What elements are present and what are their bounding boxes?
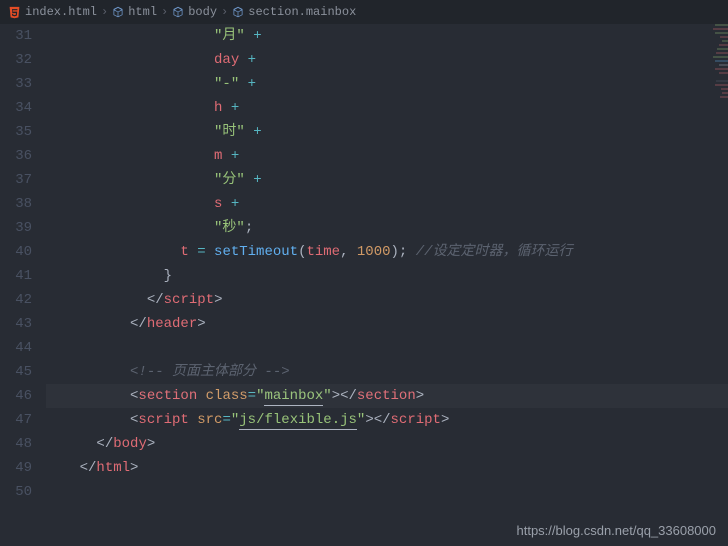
- line-number: 32: [0, 48, 32, 72]
- code-line[interactable]: "分" +: [46, 168, 728, 192]
- line-number: 37: [0, 168, 32, 192]
- line-number: 39: [0, 216, 32, 240]
- code-line[interactable]: t = setTimeout(time, 1000); //设定定时器，循环运行: [46, 240, 728, 264]
- code-line[interactable]: m +: [46, 144, 728, 168]
- line-number: 43: [0, 312, 32, 336]
- code-line[interactable]: "-" +: [46, 72, 728, 96]
- code-line[interactable]: <script src="js/flexible.js"></script>: [46, 408, 728, 432]
- breadcrumb-item[interactable]: html: [112, 5, 157, 19]
- code-line[interactable]: </html>: [46, 456, 728, 480]
- line-number: 48: [0, 432, 32, 456]
- chevron-right-icon: ›: [161, 5, 168, 19]
- editor[interactable]: 3132333435363738394041424344454647484950…: [0, 24, 728, 516]
- breadcrumb: index.html › html › body › section.mainbox: [0, 0, 728, 24]
- line-number: 33: [0, 72, 32, 96]
- breadcrumb-label: html: [128, 5, 157, 19]
- line-number: 36: [0, 144, 32, 168]
- breadcrumb-label: index.html: [25, 5, 97, 19]
- cube-icon: [112, 6, 124, 18]
- line-number: 34: [0, 96, 32, 120]
- line-gutter: 3132333435363738394041424344454647484950: [0, 24, 46, 516]
- code-line[interactable]: }: [46, 264, 728, 288]
- code-line[interactable]: s +: [46, 192, 728, 216]
- line-number: 31: [0, 24, 32, 48]
- line-number: 40: [0, 240, 32, 264]
- line-number: 38: [0, 192, 32, 216]
- watermark: https://blog.csdn.net/qq_33608000: [517, 523, 717, 538]
- line-number: 42: [0, 288, 32, 312]
- cube-icon: [232, 6, 244, 18]
- line-number: 47: [0, 408, 32, 432]
- code-line[interactable]: "秒";: [46, 216, 728, 240]
- code-line[interactable]: day +: [46, 48, 728, 72]
- breadcrumb-label: section.mainbox: [248, 5, 356, 19]
- code-line[interactable]: "时" +: [46, 120, 728, 144]
- code-line[interactable]: </body>: [46, 432, 728, 456]
- code-area[interactable]: "月" + day + "-" + h + "时" + m + "分" + s …: [46, 24, 728, 516]
- code-line[interactable]: </header>: [46, 312, 728, 336]
- chevron-right-icon: ›: [221, 5, 228, 19]
- line-number: 41: [0, 264, 32, 288]
- breadcrumb-item[interactable]: index.html: [8, 5, 97, 19]
- line-number: 44: [0, 336, 32, 360]
- cube-icon: [172, 6, 184, 18]
- line-number: 45: [0, 360, 32, 384]
- line-number: 50: [0, 480, 32, 504]
- code-line[interactable]: [46, 480, 728, 504]
- html5-icon: [8, 6, 21, 19]
- line-number: 35: [0, 120, 32, 144]
- breadcrumb-item[interactable]: body: [172, 5, 217, 19]
- code-line[interactable]: [46, 336, 728, 360]
- chevron-right-icon: ›: [101, 5, 108, 19]
- code-line[interactable]: <!-- 页面主体部分 -->: [46, 360, 728, 384]
- code-line[interactable]: "月" +: [46, 24, 728, 48]
- code-line[interactable]: h +: [46, 96, 728, 120]
- breadcrumb-label: body: [188, 5, 217, 19]
- code-line[interactable]: <section class="mainbox"></section>: [46, 384, 728, 408]
- line-number: 49: [0, 456, 32, 480]
- line-number: 46: [0, 384, 32, 408]
- code-line[interactable]: </script>: [46, 288, 728, 312]
- breadcrumb-item[interactable]: section.mainbox: [232, 5, 356, 19]
